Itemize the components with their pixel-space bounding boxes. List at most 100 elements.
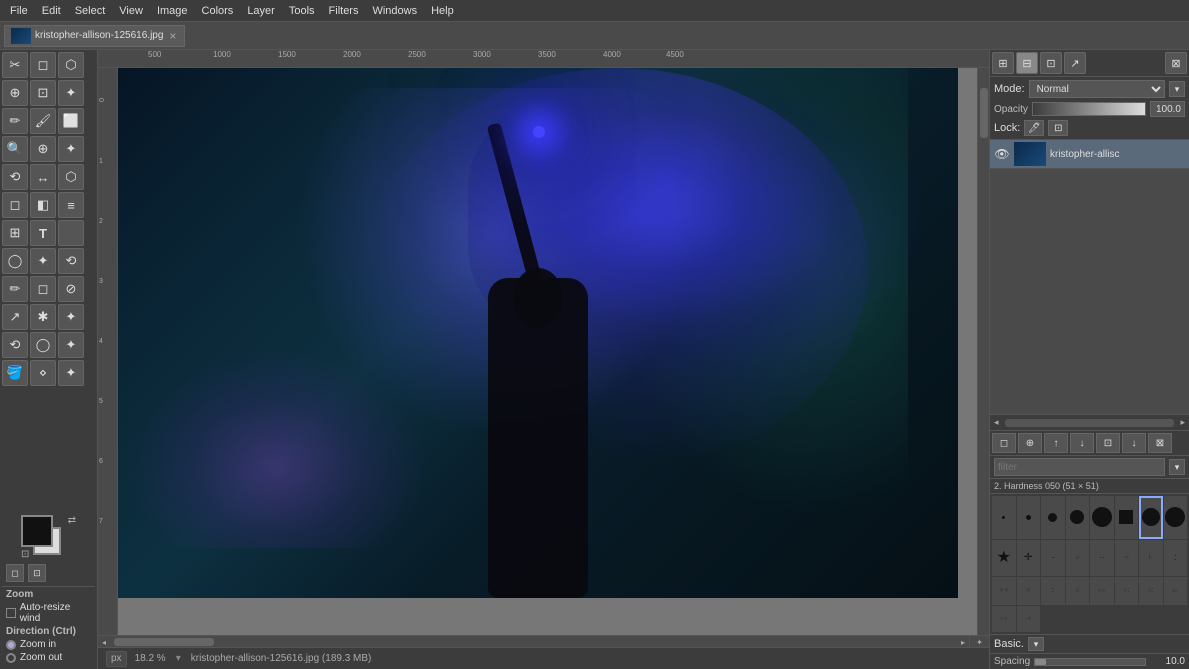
lock-alpha-button[interactable]: ⊡ [1048, 120, 1068, 136]
brush-scatter11[interactable]: ⁙⁘ [1090, 577, 1114, 605]
mode-dropdown-icon[interactable]: ▾ [1169, 81, 1185, 97]
foreground-color-swatch[interactable] [21, 515, 53, 547]
menu-help[interactable]: Help [425, 3, 460, 19]
brush-filter-dropdown[interactable]: ▾ [1169, 459, 1185, 475]
brush-scatter4[interactable]: ··· [1115, 540, 1139, 577]
menu-file[interactable]: File [4, 3, 34, 19]
zoom-in-option[interactable]: Zoom in [6, 639, 91, 650]
spacing-slider[interactable] [1034, 658, 1146, 666]
brush-star[interactable]: ★ [992, 540, 1016, 577]
tool-scissors2[interactable]: ✦ [58, 80, 84, 106]
menu-select[interactable]: Select [69, 3, 112, 19]
tool-heal[interactable]: ◻ [30, 276, 56, 302]
vertical-scrollbar[interactable] [977, 68, 989, 635]
image-tab[interactable]: kristopher-allison-125616.jpg × [4, 25, 185, 47]
canvas-viewport[interactable] [118, 68, 989, 635]
tool-rotate[interactable]: ⟲ [2, 164, 28, 190]
brush-scatter1[interactable]: ·· [1041, 540, 1065, 577]
brush-large-circle[interactable] [1164, 496, 1188, 539]
menu-filters[interactable]: Filters [323, 3, 365, 19]
brush-scatter13[interactable]: ⁙⁚ [1139, 577, 1163, 605]
tab-close-button[interactable]: × [167, 29, 178, 43]
new-layer-group-button[interactable]: ◻ [992, 433, 1016, 453]
zoom-out-option[interactable]: Zoom out [6, 652, 91, 663]
tool-burn[interactable]: ◯ [30, 332, 56, 358]
horizontal-scroll-thumb[interactable] [114, 638, 214, 646]
brush-scatter6[interactable]: ⁚ [1164, 540, 1188, 577]
lock-pixels-button[interactable]: 🖊 [1024, 120, 1044, 136]
duplicate-layer-button[interactable]: ⊡ [1096, 433, 1120, 453]
tool-freeselect[interactable]: ⬡ [58, 52, 84, 78]
raise-layer-button[interactable]: ↑ [1044, 433, 1068, 453]
anchor-layer-button[interactable]: ↓ [1122, 433, 1146, 453]
tool-perspective[interactable]: ◧ [30, 192, 56, 218]
layers-scroll-left[interactable]: ◂ [990, 417, 1003, 428]
layers-scroll-thumb[interactable] [1005, 419, 1175, 427]
tool-bucket[interactable]: 🪣 [2, 360, 28, 386]
brush-scatter3[interactable]: ·· [1090, 540, 1114, 577]
tool-iscissors[interactable]: ✦ [30, 248, 56, 274]
tool-path[interactable]: ◯ [2, 248, 28, 274]
tool-blur[interactable]: ↗ [2, 304, 28, 330]
brush-scatter2[interactable]: ⁘ [1066, 540, 1090, 577]
tool-erase[interactable]: ⬜ [58, 108, 84, 134]
menu-colors[interactable]: Colors [196, 3, 240, 19]
panel-icon-patterns[interactable]: ⊡ [1040, 52, 1062, 74]
lower-layer-button[interactable]: ↓ [1070, 433, 1094, 453]
menu-edit[interactable]: Edit [36, 3, 67, 19]
quick-mask-off-icon[interactable]: ⊡ [28, 564, 46, 582]
tool-move[interactable]: ✦ [58, 136, 84, 162]
unit-selector[interactable]: px [106, 651, 127, 667]
brush-category-dropdown[interactable]: ▾ [1028, 637, 1044, 651]
tool-fuzzy-select[interactable]: ⊕ [2, 80, 28, 106]
tool-shear[interactable]: ⬡ [58, 164, 84, 190]
quick-mask-icon[interactable]: ◻ [6, 564, 24, 582]
tool-pencil[interactable]: ✏ [2, 108, 28, 134]
tool-scissors[interactable]: ✂ [2, 52, 28, 78]
tool-flip[interactable]: ≡ [58, 192, 84, 218]
swap-colors-icon[interactable]: ⇄ [68, 515, 76, 526]
opacity-slider[interactable] [1032, 102, 1146, 116]
tool-extra1[interactable] [58, 220, 84, 246]
layers-scrollbar[interactable]: ◂ ▸ [990, 414, 1189, 430]
tool-crop[interactable]: ◻ [2, 192, 28, 218]
brush-scatter12[interactable]: ⁘⁚ [1115, 577, 1139, 605]
layers-list[interactable]: 👁 kristopher-allisc [990, 140, 1189, 414]
panel-icon-images[interactable]: ⊞ [992, 52, 1014, 74]
menu-windows[interactable]: Windows [366, 3, 423, 19]
brush-scatter5[interactable]: ⁝· [1139, 540, 1163, 577]
zoom-out-radio[interactable] [6, 653, 16, 663]
zoom-in-radio[interactable] [6, 640, 16, 650]
brush-selected-circle[interactable] [1139, 496, 1163, 539]
reset-colors-icon[interactable]: ⊡ [21, 549, 29, 560]
menu-view[interactable]: View [113, 3, 149, 19]
tool-smudge[interactable]: ✦ [58, 304, 84, 330]
layer-visibility-toggle[interactable]: 👁 [994, 146, 1010, 162]
brush-filter-input[interactable] [994, 458, 1165, 476]
tool-by-color[interactable]: ⊡ [30, 80, 56, 106]
brush-large-dot[interactable] [1066, 496, 1090, 539]
tool-measure[interactable]: ⊕ [30, 136, 56, 162]
tool-paintbrush[interactable]: 🖌 [30, 108, 56, 134]
tool-zoom[interactable]: 🔍 [2, 136, 28, 162]
brush-scatter10[interactable]: ⁚⁝ [1066, 577, 1090, 605]
panel-icon-brushes[interactable]: ⊟ [1016, 52, 1038, 74]
brush-cross1[interactable]: ✛ [1017, 540, 1041, 577]
menu-tools[interactable]: Tools [283, 3, 321, 19]
brush-scatter9[interactable]: ⁚⁚ [1041, 577, 1065, 605]
menu-layer[interactable]: Layer [241, 3, 281, 19]
tool-ink[interactable]: ✦ [58, 332, 84, 358]
tool-dodge[interactable]: ⟲ [2, 332, 28, 358]
layer-item[interactable]: 👁 kristopher-allisc [990, 140, 1189, 169]
brush-scatter16[interactable]: ··⁝ [1017, 606, 1041, 633]
tool-eyedropper[interactable]: ✦ [58, 360, 84, 386]
panel-icon-gradients[interactable]: ↗ [1064, 52, 1086, 74]
horizontal-scrollbar[interactable] [110, 636, 957, 647]
brush-square[interactable] [1115, 496, 1139, 539]
brush-scatter15[interactable]: ⁘⁙ [992, 606, 1016, 633]
vertical-scroll-thumb[interactable] [980, 88, 988, 138]
brush-medium-dot[interactable] [1041, 496, 1065, 539]
brush-tiny-dot[interactable] [992, 496, 1016, 539]
mode-dropdown[interactable]: Normal [1029, 80, 1165, 98]
brush-small-dot[interactable] [1017, 496, 1041, 539]
